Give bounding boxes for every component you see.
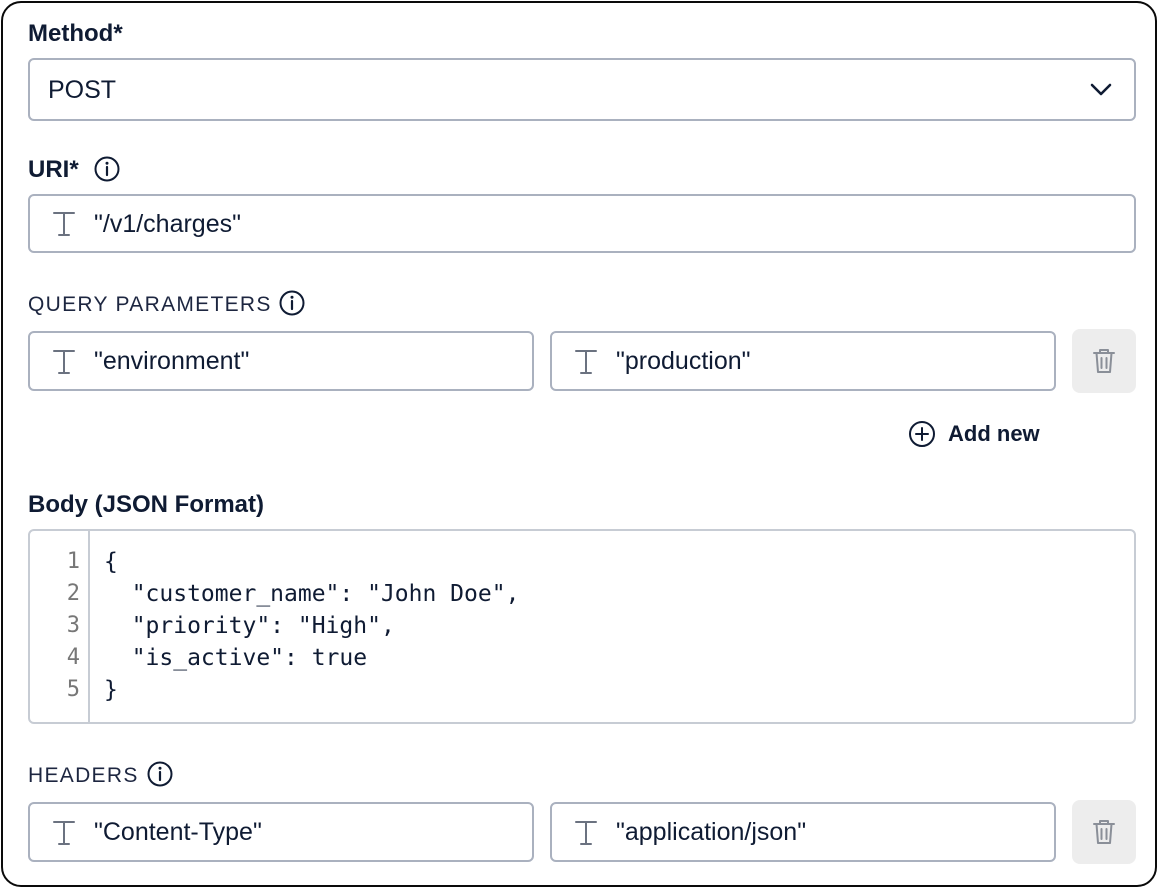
method-label: Method* [28, 20, 123, 47]
add-new-button[interactable]: Add new [908, 420, 1040, 448]
method-select[interactable]: POST [28, 58, 1136, 121]
code-line: "is_active": true [104, 645, 368, 671]
text-type-icon [53, 350, 75, 374]
code-line: { [104, 549, 118, 575]
query-param-key-input[interactable]: "environment" [28, 331, 534, 391]
line-number: 4 [66, 645, 80, 670]
uri-input[interactable]: "/v1/charges" [28, 194, 1136, 253]
uri-label: URI* [28, 156, 79, 183]
method-value: POST [48, 76, 117, 104]
line-number: 5 [66, 677, 80, 702]
info-icon[interactable] [147, 761, 173, 787]
query-param-key: "environment" [94, 347, 250, 375]
query-param-value: "production" [616, 347, 751, 375]
text-type-icon [53, 212, 75, 236]
delete-header-button[interactable] [1072, 800, 1136, 864]
info-icon[interactable] [94, 156, 120, 182]
headers-label: HEADERS [28, 764, 139, 787]
info-icon[interactable] [279, 290, 305, 316]
header-value: "application/json" [616, 818, 807, 846]
chevron-down-icon [1090, 83, 1112, 96]
add-new-label: Add new [948, 421, 1040, 446]
uri-value: "/v1/charges" [94, 210, 241, 238]
json-body-editor[interactable]: 1 2 3 4 5 { "customer_name": "John Doe",… [28, 529, 1136, 724]
trash-icon [1093, 349, 1115, 373]
query-param-value-input[interactable]: "production" [550, 331, 1056, 391]
body-label: Body (JSON Format) [28, 491, 265, 518]
query-parameters-label: QUERY PARAMETERS [28, 293, 272, 316]
header-value-input[interactable]: "application/json" [550, 802, 1056, 862]
line-number: 2 [66, 581, 80, 606]
header-key-input[interactable]: "Content-Type" [28, 802, 534, 862]
code-line: } [104, 677, 118, 703]
code-line: "priority": "High", [104, 613, 395, 639]
header-key: "Content-Type" [94, 818, 262, 846]
line-number: 3 [66, 613, 80, 638]
text-type-icon [575, 350, 597, 374]
line-number: 1 [66, 549, 80, 574]
code-line: "customer_name": "John Doe", [104, 581, 520, 607]
text-type-icon [53, 821, 75, 845]
line-number-gutter: 1 2 3 4 5 [30, 531, 90, 722]
text-type-icon [575, 821, 597, 845]
delete-query-param-button[interactable] [1072, 329, 1136, 393]
trash-icon [1093, 820, 1115, 844]
plus-circle-icon [909, 421, 935, 447]
